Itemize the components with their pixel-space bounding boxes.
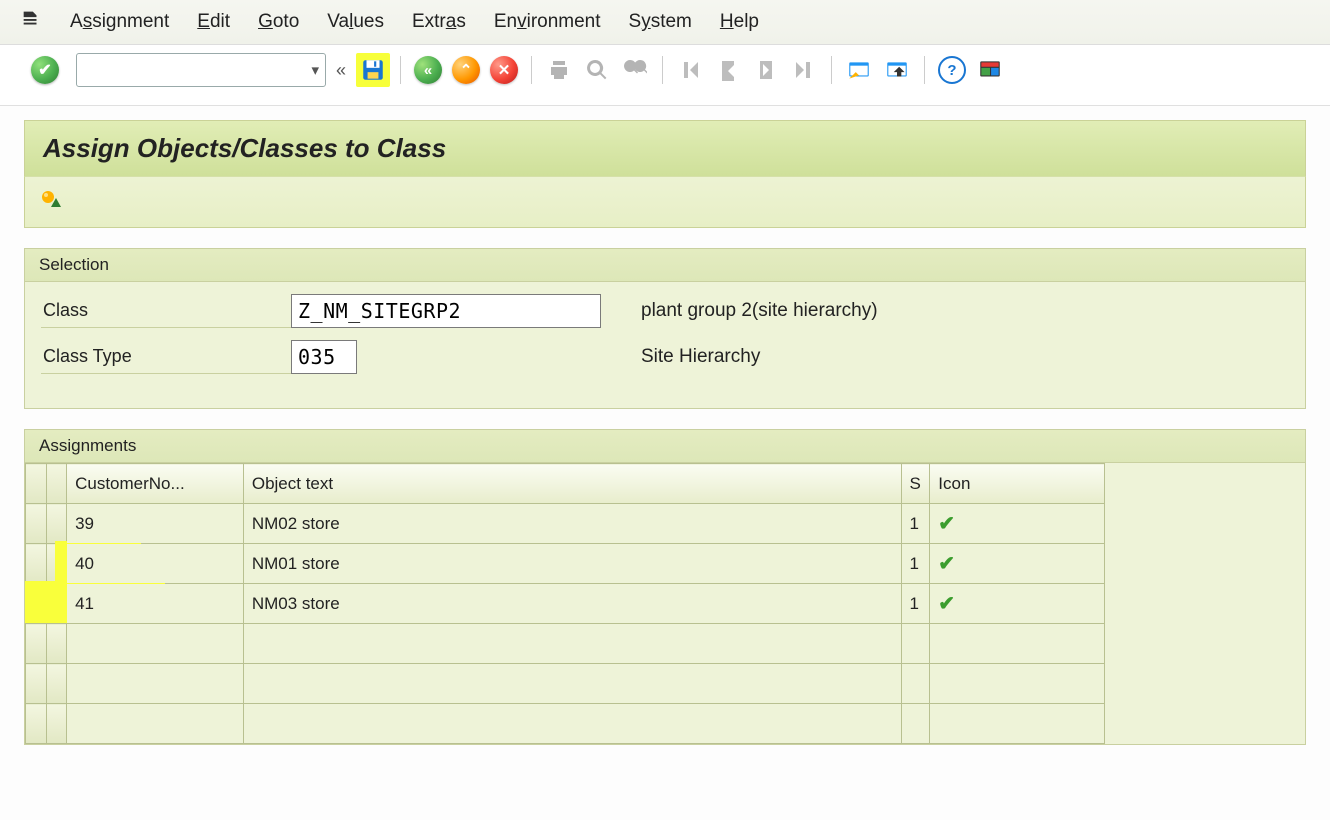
menu-edit[interactable]: Edit: [197, 11, 230, 33]
find-next-button[interactable]: [618, 53, 652, 87]
new-session-button[interactable]: [842, 53, 876, 87]
prev-page-button[interactable]: [711, 53, 745, 87]
app-menu-icon[interactable]: [20, 8, 42, 36]
menu-help[interactable]: Help: [720, 11, 759, 33]
col-s[interactable]: S: [901, 464, 930, 504]
print-button[interactable]: [542, 53, 576, 87]
save-button[interactable]: [356, 53, 390, 87]
classtype-label: Class Type: [41, 340, 291, 374]
check-icon: ✔: [938, 593, 955, 615]
cell-object[interactable]: NM03 store: [243, 584, 901, 624]
check-icon: ✔: [938, 513, 955, 535]
class-input[interactable]: [291, 294, 601, 328]
command-field[interactable]: ▾: [76, 53, 326, 87]
cell-s: 1: [901, 504, 930, 544]
sel-header[interactable]: [46, 464, 67, 504]
classtype-input[interactable]: [291, 340, 357, 374]
col-object[interactable]: Object text: [243, 464, 901, 504]
table-row[interactable]: 41 NM03 store 1 ✔: [26, 584, 1105, 624]
table-row[interactable]: [26, 624, 1105, 664]
menu-environment[interactable]: Environment: [494, 11, 601, 33]
cell-s: 1: [901, 544, 930, 584]
cell-object[interactable]: NM02 store: [243, 504, 901, 544]
dropdown-icon[interactable]: ▾: [311, 61, 319, 79]
table-row[interactable]: 40 NM01 store 1 ✔: [26, 544, 1105, 584]
table-body: 39 NM02 store 1 ✔ 40 NM01 store 1 ✔: [26, 504, 1105, 744]
app-toolbar: [24, 176, 1306, 228]
shortcut-button[interactable]: [880, 53, 914, 87]
assignments-table: CustomerNo... Object text S Icon 39 NM02…: [25, 463, 1105, 744]
cell-icon: ✔: [930, 504, 1105, 544]
assignments-group: Assignments CustomerNo... Object text S: [24, 429, 1306, 745]
col-icon[interactable]: Icon: [930, 464, 1105, 504]
menu-system[interactable]: System: [629, 11, 692, 33]
table-row[interactable]: [26, 704, 1105, 744]
selection-group: Selection Class plant group 2(site hiera…: [24, 248, 1306, 409]
exit-button[interactable]: ⌃: [449, 53, 483, 87]
first-page-button[interactable]: [673, 53, 707, 87]
toolbar: ▾ « « ⌃ ✕ ?: [0, 45, 1330, 106]
hierarchy-icon[interactable]: [39, 187, 63, 215]
classtype-description: Site Hierarchy: [641, 346, 760, 368]
cell-icon: ✔: [930, 584, 1105, 624]
assignments-group-title: Assignments: [25, 430, 1305, 463]
selection-group-title: Selection: [25, 249, 1305, 282]
table-header-row: CustomerNo... Object text S Icon: [26, 464, 1105, 504]
menu-assignment[interactable]: Assignment: [70, 11, 169, 33]
corner-cell[interactable]: [26, 464, 47, 504]
cancel-button[interactable]: ✕: [487, 53, 521, 87]
cell-customer[interactable]: 41: [67, 584, 244, 624]
back-chevron-icon[interactable]: «: [336, 60, 346, 81]
table-row[interactable]: [26, 664, 1105, 704]
menu-goto[interactable]: Goto: [258, 11, 299, 33]
find-button[interactable]: [580, 53, 614, 87]
menu-values[interactable]: Values: [327, 11, 384, 33]
page-title: Assign Objects/Classes to Class: [24, 120, 1306, 176]
class-label: Class: [41, 294, 291, 328]
back-button[interactable]: «: [411, 53, 445, 87]
next-page-button[interactable]: [749, 53, 783, 87]
layout-button[interactable]: [973, 53, 1007, 87]
table-row[interactable]: 39 NM02 store 1 ✔: [26, 504, 1105, 544]
class-description: plant group 2(site hierarchy): [641, 300, 878, 322]
enter-button[interactable]: [28, 53, 62, 87]
cell-object[interactable]: NM01 store: [243, 544, 901, 584]
check-icon: ✔: [938, 553, 955, 575]
cell-customer[interactable]: 39: [67, 504, 244, 544]
menu-bar: Assignment Edit Goto Values Extras Envir…: [0, 0, 1330, 45]
cell-icon: ✔: [930, 544, 1105, 584]
last-page-button[interactable]: [787, 53, 821, 87]
col-customer[interactable]: CustomerNo...: [67, 464, 244, 504]
help-button[interactable]: ?: [935, 53, 969, 87]
cell-customer[interactable]: 40: [67, 544, 244, 584]
cell-s: 1: [901, 584, 930, 624]
menu-extras[interactable]: Extras: [412, 11, 466, 33]
